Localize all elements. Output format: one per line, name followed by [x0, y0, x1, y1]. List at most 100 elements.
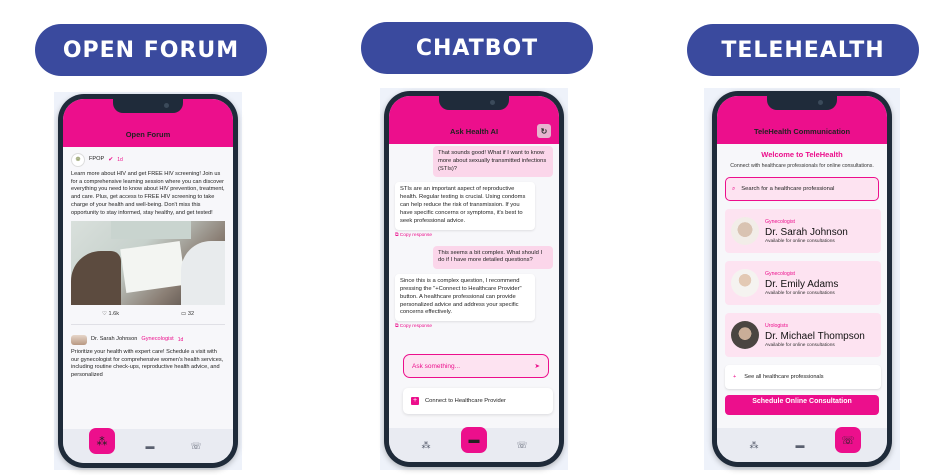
search-input[interactable]: ⌕ Search for a healthcare professional	[725, 177, 879, 201]
user-message: This seems a bit complex. What should I …	[433, 245, 553, 270]
telehealth-screen: TeleHealth Communication Welcome to Tele…	[717, 96, 887, 462]
forum-phone: Open Forum ❁ FPOP ✔ 1d Learn more about …	[58, 94, 238, 468]
welcome-subtitle: Connect with healthcare professionals fo…	[730, 163, 874, 169]
ask-placeholder: Ask something...	[412, 362, 461, 370]
like-count: 1.6k	[108, 311, 120, 318]
connect-label: Connect to Healthcare Provider	[425, 398, 506, 404]
post-author[interactable]: FPOP	[89, 156, 104, 164]
search-placeholder: Search for a healthcare professional	[741, 186, 835, 192]
stage: OPEN FORUM CHATBOT TELEHEALTH Open Forum…	[0, 0, 944, 475]
phone-notch	[767, 96, 837, 110]
image-shelf	[111, 221, 191, 240]
forum-post[interactable]: ❁ FPOP ✔ 1d Learn more about HIV and get…	[63, 147, 233, 331]
see-all-button[interactable]: + See all healthcare professionals	[725, 365, 881, 389]
copy-icon: ⧉	[395, 324, 399, 330]
doctor-card[interactable]: Gynecologist Dr. Sarah Johnson Available…	[725, 209, 881, 253]
copy-response-button[interactable]: ⧉ Copy response	[395, 232, 553, 238]
bottom-nav: ⁂ ▬ ☏	[63, 428, 233, 463]
doctor-card[interactable]: Gynecologist Dr. Emily Adams Available f…	[725, 261, 881, 305]
community-icon: ⁂	[96, 435, 108, 448]
search-icon: ⌕	[732, 185, 736, 192]
doctor-avatar	[731, 217, 759, 245]
bot-message: STIs are an important aspect of reproduc…	[395, 182, 535, 230]
forum-post-2[interactable]: Dr. Sarah Johnson Gynecologist 1d Priori…	[63, 331, 233, 386]
post-header-2: Dr. Sarah Johnson Gynecologist 1d	[71, 335, 225, 346]
copy-response-button[interactable]: ⧉ Copy response	[395, 323, 553, 329]
forum-title: Open Forum	[125, 130, 171, 139]
image-person-right	[181, 241, 225, 306]
doctor-info: Gynecologist Dr. Sarah Johnson Available…	[765, 219, 848, 244]
user-message: That sounds good! What if I want to know…	[433, 146, 553, 178]
doctor-name: Dr. Sarah Johnson	[765, 226, 848, 238]
bot-message: Since this is a complex question, I reco…	[395, 274, 535, 322]
bottom-nav: ⁂ ▬ ☏	[389, 427, 559, 462]
schedule-consultation-button[interactable]: Schedule Online Consultation	[725, 395, 879, 415]
post-time-2: 1d	[177, 336, 184, 343]
chat-nav-button[interactable]: ▬	[461, 427, 487, 453]
refresh-icon[interactable]: ↻	[537, 124, 551, 138]
chatbot-phone: Ask Health AI ↻ That sounds good! What i…	[384, 91, 564, 467]
copy-icon: ⧉	[395, 232, 399, 238]
telehealth-phone: TeleHealth Communication Welcome to Tele…	[712, 91, 892, 467]
phone-icon: ☏	[841, 434, 855, 447]
doctor-availability: Available for online consultations	[765, 238, 835, 244]
doctor-specialty: Gynecologist	[765, 270, 795, 277]
forum-nav-button[interactable]: ⁂	[89, 428, 115, 454]
forum-screen: Open Forum ❁ FPOP ✔ 1d Learn more about …	[63, 99, 233, 463]
doctor-specialty: Urologists	[765, 322, 789, 329]
doctor-name: Dr. Emily Adams	[765, 278, 839, 290]
post-author-2[interactable]: Dr. Sarah Johnson	[91, 336, 137, 344]
phone-nav-button[interactable]: ☏	[835, 427, 861, 453]
post-time: 1d	[117, 156, 123, 163]
welcome-heading: Welcome to TeleHealth	[761, 150, 843, 159]
copy-label: Copy response	[399, 324, 433, 330]
phone-notch	[439, 96, 509, 110]
doctor-availability: Available for online consultations	[765, 342, 835, 348]
plus-icon: +	[733, 374, 737, 380]
chatbot-label: CHATBOT	[361, 22, 593, 74]
doctor-name: Dr. Michael Thompson	[765, 330, 865, 342]
telehealth-label: TELEHEALTH	[687, 24, 919, 76]
doctor-card[interactable]: Urologists Dr. Michael Thompson Availabl…	[725, 313, 881, 357]
doctor-specialty: Gynecologist	[765, 218, 795, 225]
comment-icon: ▭	[180, 311, 187, 318]
phone-nav-icon[interactable]: ☏	[511, 440, 533, 451]
doctor-availability: Available for online consultations	[765, 290, 835, 296]
phone-notch	[113, 99, 183, 113]
verified-icon: ✔	[108, 156, 114, 163]
post-image[interactable]	[71, 221, 225, 306]
fpop-logo-icon: ❁	[71, 153, 85, 167]
image-paper	[120, 241, 186, 294]
copy-label: Copy response	[399, 232, 433, 238]
community-nav-icon[interactable]: ⁂	[415, 440, 437, 451]
chatbot-screen: Ask Health AI ↻ That sounds good! What i…	[389, 96, 559, 462]
chat-messages: That sounds good! What if I want to know…	[389, 146, 559, 329]
comment-button[interactable]: ▭ 32	[181, 311, 194, 319]
post-body: Learn more about HIV and get FREE HIV sc…	[71, 171, 225, 216]
chat-icon: ▬	[468, 434, 480, 446]
doctor-avatar	[731, 321, 759, 349]
comment-count: 32	[187, 311, 195, 318]
chat-nav-icon[interactable]: ▬	[139, 441, 161, 451]
phone-nav-icon[interactable]: ☏	[185, 441, 207, 452]
community-nav-icon[interactable]: ⁂	[743, 440, 765, 451]
see-all-label: See all healthcare professionals	[744, 374, 824, 380]
ask-input[interactable]: Ask something... ➤	[403, 354, 549, 378]
post-body-2: Prioritize your health with expert care!…	[71, 349, 224, 379]
avatar	[71, 335, 87, 346]
post-role: Gynecologist	[141, 336, 174, 343]
post-stats: ♡ 1.6k ▭ 32	[71, 311, 225, 326]
telehealth-title: TeleHealth Communication	[753, 127, 851, 136]
like-button[interactable]: ♡ 1.6k	[102, 311, 119, 319]
open-forum-label: OPEN FORUM	[35, 24, 267, 76]
chat-nav-icon[interactable]: ▬	[789, 440, 811, 450]
heart-icon: ♡	[101, 311, 107, 318]
connect-provider-button[interactable]: + Connect to Healthcare Provider	[403, 388, 553, 414]
bottom-nav: ⁂ ▬ ☏	[717, 427, 887, 462]
doctor-avatar	[731, 269, 759, 297]
doctor-info: Urologists Dr. Michael Thompson Availabl…	[765, 323, 865, 348]
image-person-left	[71, 251, 121, 306]
send-icon[interactable]: ➤	[535, 362, 540, 370]
post-header: ❁ FPOP ✔ 1d	[71, 153, 225, 167]
chatbot-title: Ask Health AI	[449, 127, 499, 136]
